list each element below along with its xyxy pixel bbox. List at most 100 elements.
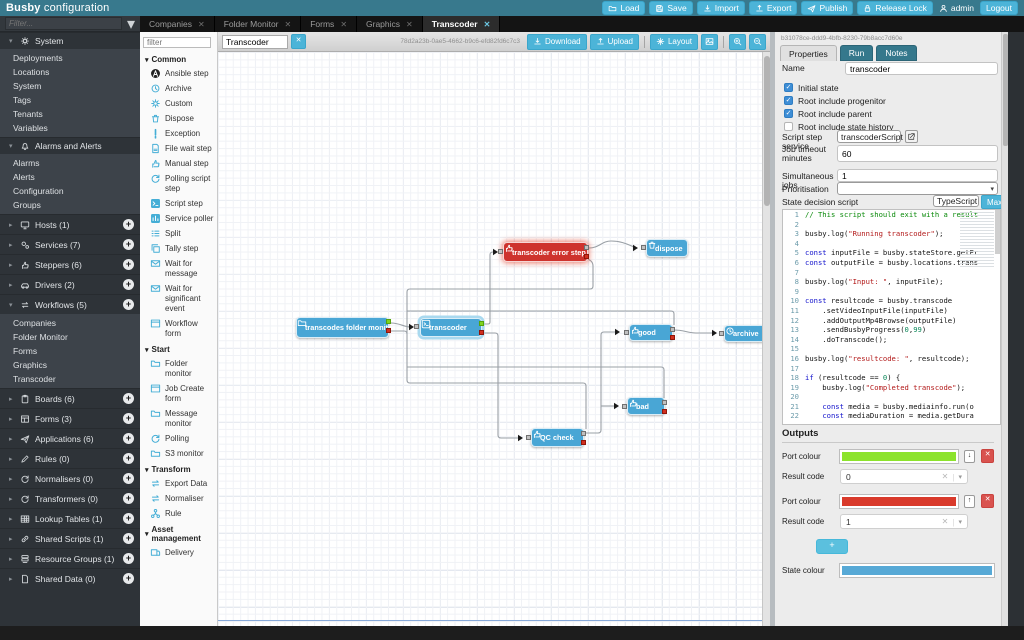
sidebar-item-resource-groups-1-[interactable]: ▸ Resource Groups (1) + xyxy=(0,548,140,568)
palette-item-dispose[interactable]: Dispose xyxy=(140,111,217,126)
tab-folder-monitor[interactable]: Folder Monitor ✕ xyxy=(215,16,302,32)
sidebar-item-rules-0-[interactable]: ▸ Rules (0) + xyxy=(0,448,140,468)
chevron-right-icon[interactable]: ▸ xyxy=(9,575,15,583)
panel-tab-notes[interactable]: Notes xyxy=(876,45,917,61)
chevron-right-icon[interactable]: ▸ xyxy=(9,535,15,543)
close-icon[interactable]: ✕ xyxy=(484,20,491,29)
node-error-step[interactable]: transcoder error step xyxy=(503,242,588,262)
sidebar-child-configuration[interactable]: Configuration xyxy=(0,184,140,198)
chevron-right-icon[interactable]: ▸ xyxy=(9,455,15,463)
chevron-down-icon[interactable]: ▾ xyxy=(958,518,962,526)
chevron-right-icon[interactable]: ▸ xyxy=(9,555,15,563)
node-archive[interactable]: archive xyxy=(724,325,762,342)
result-code-input[interactable]: 1 ✕ | ▾ xyxy=(840,514,968,529)
delete-output-button[interactable]: ✕ xyxy=(981,494,995,508)
layout-button[interactable]: Layout xyxy=(649,33,698,50)
port-grey[interactable] xyxy=(581,431,586,436)
add-button[interactable]: + xyxy=(123,393,134,404)
sidebar-child-tags[interactable]: Tags xyxy=(0,93,140,107)
state-colour-swatch[interactable] xyxy=(839,563,995,578)
sidebar-item-lookup-tables-1-[interactable]: ▸ Lookup Tables (1) + xyxy=(0,508,140,528)
tab-forms[interactable]: Forms ✕ xyxy=(301,16,358,32)
palette-item-workflow-form[interactable]: Workflow form xyxy=(140,316,217,341)
sidebar-child-deployments[interactable]: Deployments xyxy=(0,51,140,65)
palette-item-file-wait-step[interactable]: File wait step xyxy=(140,141,217,156)
close-icon[interactable]: ✕ xyxy=(285,20,292,29)
clear-icon[interactable]: ✕ xyxy=(942,472,949,481)
palette-item-export-data[interactable]: Export Data xyxy=(140,476,217,491)
palette-item-normaliser[interactable]: Normaliser xyxy=(140,491,217,506)
chevron-right-icon[interactable]: ▸ xyxy=(9,495,15,503)
port-colour-swatch[interactable] xyxy=(839,493,959,509)
editor-minimap[interactable] xyxy=(960,212,994,268)
port-grey[interactable] xyxy=(584,245,589,250)
palette-item-folder-monitor[interactable]: Folder monitor xyxy=(140,356,217,381)
tab-graphics[interactable]: Graphics ✕ xyxy=(357,16,423,32)
snapshot-button[interactable] xyxy=(701,33,718,50)
close-icon[interactable]: ✕ xyxy=(340,20,347,29)
port-colour-swatch[interactable] xyxy=(839,448,959,464)
chevron-right-icon[interactable]: ▸ xyxy=(9,515,15,523)
download-button[interactable]: Download xyxy=(527,33,587,50)
workflow-name-input[interactable] xyxy=(222,34,288,49)
sidebar-child-folder-monitor[interactable]: Folder Monitor xyxy=(0,330,140,344)
simultaneous-jobs-input[interactable] xyxy=(837,169,998,182)
palette-item-s3-monitor[interactable]: S3 monitor xyxy=(140,446,217,461)
add-button[interactable]: + xyxy=(123,239,134,250)
move-down-button[interactable]: ↓ xyxy=(963,449,976,463)
palette-item-archive[interactable]: Archive xyxy=(140,81,217,96)
sidebar-child-locations[interactable]: Locations xyxy=(0,65,140,79)
sidebar-child-alarms[interactable]: Alarms xyxy=(0,156,140,170)
sidebar-child-groups[interactable]: Groups xyxy=(0,198,140,212)
port-red[interactable] xyxy=(479,330,484,335)
name-input[interactable] xyxy=(845,62,998,75)
move-up-button[interactable]: ↑ xyxy=(963,494,976,508)
add-button[interactable]: + xyxy=(123,473,134,484)
load-button[interactable]: Load xyxy=(602,1,646,15)
palette-item-exception[interactable]: Exception xyxy=(140,126,217,141)
sidebar-item-services-7-[interactable]: ▸ Services (7) + xyxy=(0,234,140,254)
state-decision-script-editor[interactable]: 1 // This script should exit with a resul… xyxy=(782,209,1001,425)
chevron-right-icon[interactable]: ▸ xyxy=(9,435,15,443)
palette-item-job-create-form[interactable]: Job Create form xyxy=(140,381,217,406)
sidebar-child-alerts[interactable]: Alerts xyxy=(0,170,140,184)
sidebar-item-boards-6-[interactable]: ▸ Boards (6) + xyxy=(0,388,140,408)
sidebar-child-companies[interactable]: Companies xyxy=(0,316,140,330)
port-red[interactable] xyxy=(581,440,586,445)
port-red[interactable] xyxy=(670,335,675,340)
sidebar-item-hosts-1-[interactable]: ▸ Hosts (1) + xyxy=(0,214,140,234)
palette-group-asset-management[interactable]: ▾ Asset management xyxy=(140,521,217,545)
publish-button[interactable]: Publish xyxy=(801,1,854,15)
palette-item-service-poller[interactable]: Service poller xyxy=(140,211,217,226)
port-green[interactable] xyxy=(479,321,484,326)
palette-item-script-step[interactable]: Script step xyxy=(140,196,217,211)
port-red[interactable] xyxy=(386,328,391,333)
workflow-canvas[interactable]: transcodes folder monitor transcoder trans… xyxy=(218,52,762,626)
palette-item-tally-step[interactable]: Tally step xyxy=(140,241,217,256)
sidebar-item-alarms-and-alerts[interactable]: ▾ Alarms and Alerts xyxy=(0,137,140,154)
open-script-service-button[interactable] xyxy=(905,130,918,143)
node-good[interactable]: good xyxy=(629,324,673,341)
result-code-input[interactable]: 0 ✕ | ▾ xyxy=(840,469,968,484)
chevron-right-icon[interactable]: ▸ xyxy=(9,395,15,403)
palette-item-custom[interactable]: Custom xyxy=(140,96,217,111)
palette-item-wait-for-significant-event[interactable]: Wait for significant event xyxy=(140,281,217,316)
clear-name-button[interactable]: ✕ xyxy=(291,34,306,49)
sidebar-child-system[interactable]: System xyxy=(0,79,140,93)
add-button[interactable]: + xyxy=(123,413,134,424)
port-grey[interactable] xyxy=(662,400,667,405)
checkbox[interactable]: ✓ xyxy=(784,96,793,105)
canvas-scrollbar[interactable] xyxy=(762,52,770,626)
sidebar-child-graphics[interactable]: Graphics xyxy=(0,358,140,372)
port-grey[interactable] xyxy=(719,331,724,336)
prioritisation-select[interactable]: ▾ xyxy=(837,182,998,195)
sidebar-item-steppers-6-[interactable]: ▸ Steppers (6) + xyxy=(0,254,140,274)
port-grey[interactable] xyxy=(498,249,503,254)
port-green[interactable] xyxy=(386,319,391,324)
maximize-editor-button[interactable]: Max xyxy=(981,195,1001,209)
palette-filter-input[interactable] xyxy=(143,37,211,48)
checkbox[interactable]: ✓ xyxy=(784,83,793,92)
tab-transcoder[interactable]: Transcoder ✕ xyxy=(422,16,501,32)
sidebar-item-shared-scripts-1-[interactable]: ▸ Shared Scripts (1) + xyxy=(0,528,140,548)
clear-icon[interactable]: ✕ xyxy=(942,517,949,526)
